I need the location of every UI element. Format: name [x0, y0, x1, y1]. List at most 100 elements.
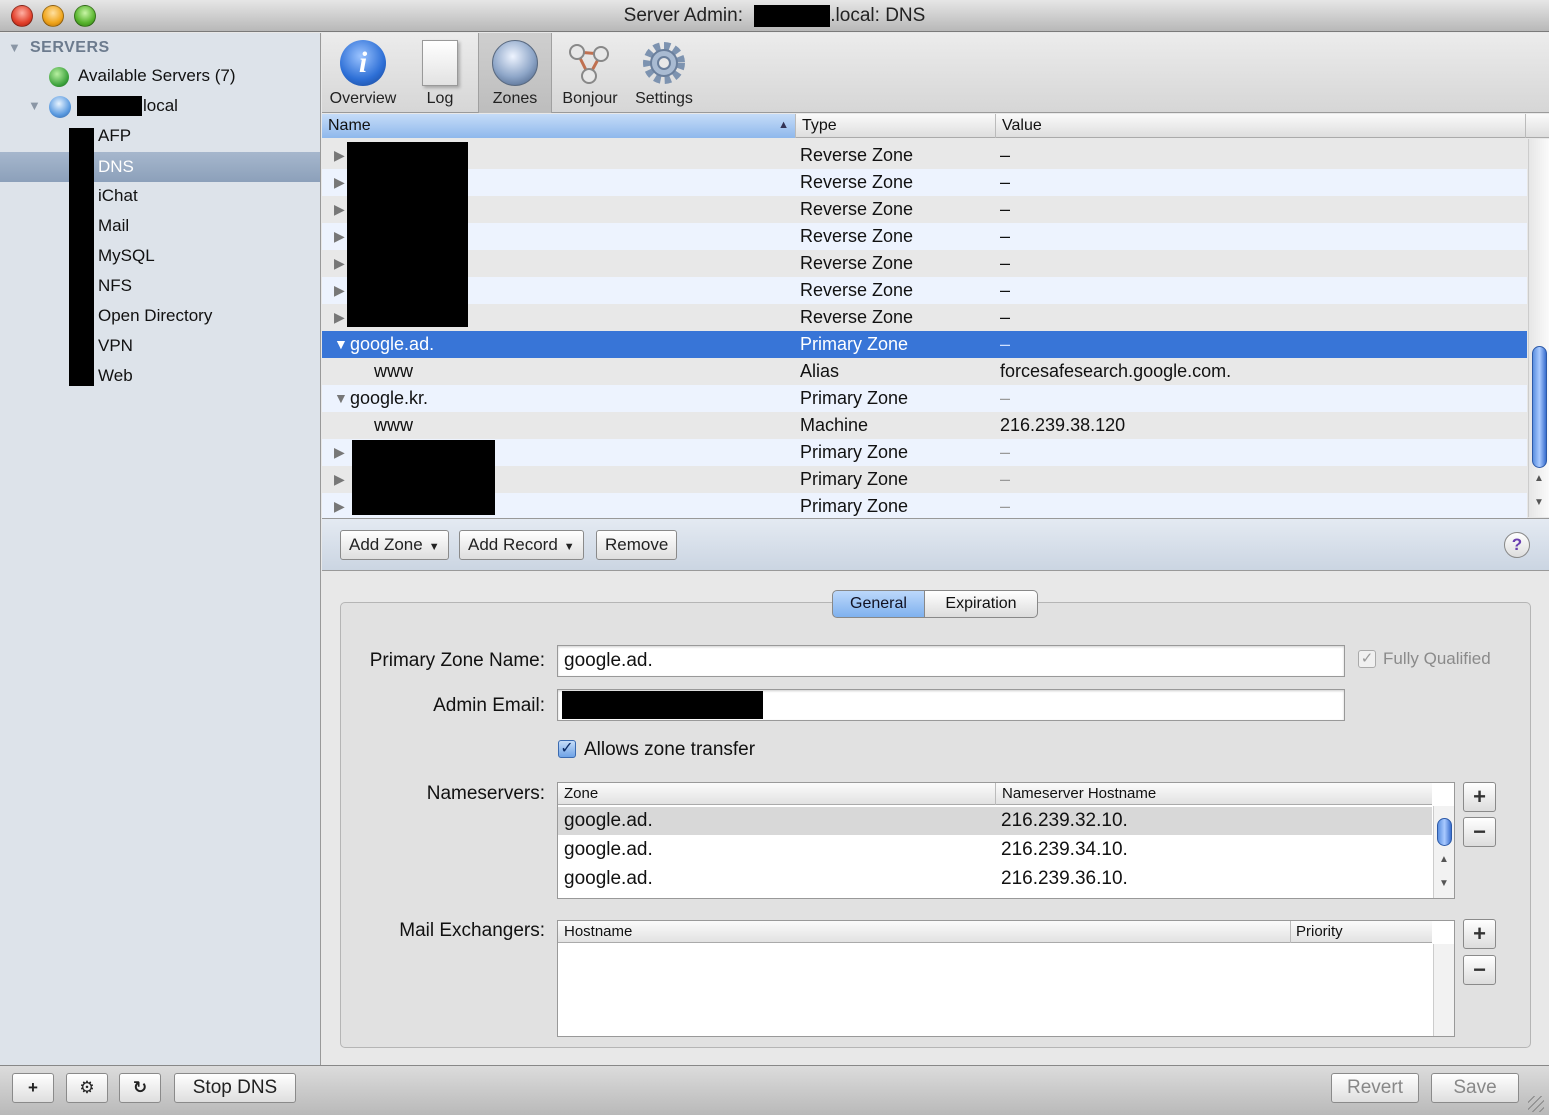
- table-row[interactable]: ▶dr.arpa.Reverse Zone–: [322, 142, 1527, 169]
- admin-email-field[interactable]: [557, 689, 1345, 721]
- disclosure-closed-icon[interactable]: ▶: [334, 250, 345, 277]
- table-row[interactable]: google.ad. 216.239.32.10.: [558, 807, 1432, 835]
- disclosure-closed-icon[interactable]: ▶: [334, 439, 345, 466]
- zoom-button[interactable]: [74, 5, 96, 27]
- nameservers-scrollbar[interactable]: ▲ ▼: [1433, 806, 1454, 898]
- zone-list-scrollbar[interactable]: ▲ ▼: [1528, 139, 1549, 517]
- table-row[interactable]: ▶-addr.arpa.Reverse Zone–: [322, 277, 1527, 304]
- table-row[interactable]: ▶n-addr.arpa.Reverse Zone–: [322, 250, 1527, 277]
- table-row[interactable]: www Machine 216.239.38.120: [322, 412, 1527, 439]
- zone-value: –: [1000, 280, 1011, 300]
- revert-button[interactable]: Revert: [1331, 1073, 1419, 1103]
- toolbar-overview[interactable]: i Overview: [322, 33, 404, 113]
- scrollbar-thumb[interactable]: [1532, 346, 1547, 468]
- server-name-suffix: local: [143, 96, 178, 115]
- scroll-up-arrow-icon[interactable]: ▲: [1439, 854, 1449, 865]
- remove-mail-exchanger-button[interactable]: −: [1463, 955, 1496, 985]
- column-header-type[interactable]: Type: [796, 114, 996, 138]
- servers-section-header[interactable]: ▼ SERVERS: [0, 33, 320, 63]
- disclosure-open-icon[interactable]: ▼: [8, 33, 21, 63]
- add-mail-exchanger-button[interactable]: +: [1463, 919, 1496, 949]
- disclosure-open-icon[interactable]: ▼: [334, 331, 348, 358]
- disclosure-closed-icon[interactable]: ▶: [334, 466, 345, 493]
- table-row[interactable]: ▶-addr.arpa.Reverse Zone–: [322, 223, 1527, 250]
- toolbar-bonjour[interactable]: Bonjour: [554, 33, 626, 113]
- column-header-zone[interactable]: Zone: [564, 783, 598, 804]
- table-row[interactable]: ▶ Primary Zone –: [322, 466, 1527, 493]
- help-button[interactable]: ?: [1504, 532, 1530, 558]
- available-servers-item[interactable]: Available Servers (7): [0, 61, 320, 91]
- primary-zone-name-field[interactable]: google.ad.: [557, 645, 1345, 677]
- toolbar-settings[interactable]: Settings: [628, 33, 700, 113]
- mail-exchangers-table[interactable]: Hostname Priority: [557, 920, 1455, 1037]
- scroll-down-arrow-icon[interactable]: ▼: [1439, 878, 1449, 889]
- sidebar-item-ichat[interactable]: iChat: [0, 181, 320, 211]
- remove-nameserver-button[interactable]: −: [1463, 817, 1496, 847]
- sidebar-item-vpn[interactable]: VPN: [0, 331, 320, 361]
- action-gear-button[interactable]: ⚙: [66, 1073, 108, 1103]
- add-server-button[interactable]: +: [12, 1073, 54, 1103]
- sidebar-item-afp[interactable]: AFP: [0, 121, 320, 151]
- table-row[interactable]: ▶ Primary Zone –: [322, 439, 1527, 466]
- column-header-value[interactable]: Value: [996, 114, 1526, 138]
- toolbar-zones[interactable]: Zones: [478, 33, 552, 113]
- column-header-hostname[interactable]: Hostname: [564, 921, 632, 942]
- column-header-name[interactable]: Name ▲: [322, 114, 796, 138]
- remove-button[interactable]: Remove: [596, 530, 678, 560]
- mail-exchangers-scrollbar[interactable]: [1433, 944, 1454, 1036]
- zone-type: Primary Zone: [800, 496, 909, 516]
- disclosure-open-icon[interactable]: ▼: [334, 385, 348, 412]
- sidebar-item-mail[interactable]: Mail: [0, 211, 320, 241]
- add-zone-button[interactable]: Add Zone ▼: [340, 530, 449, 560]
- table-row[interactable]: google.ad. 216.239.34.10.: [558, 836, 1432, 864]
- fully-qualified-checkbox[interactable]: ✓: [1358, 650, 1376, 668]
- scroll-up-arrow-icon[interactable]: ▲: [1534, 473, 1544, 484]
- disclosure-open-icon[interactable]: ▼: [28, 91, 41, 121]
- tab-expiration[interactable]: Expiration: [924, 590, 1038, 618]
- sidebar-item-dns[interactable]: DNS: [0, 152, 320, 182]
- sidebar-item-web[interactable]: Web: [0, 361, 320, 391]
- table-row[interactable]: google.ad. 216.239.36.10.: [558, 865, 1432, 893]
- table-row[interactable]: ▶ Primary Zone –: [322, 493, 1527, 520]
- refresh-button[interactable]: ↻: [119, 1073, 161, 1103]
- info-icon: i: [340, 40, 386, 86]
- minimize-button[interactable]: [42, 5, 64, 27]
- add-nameserver-button[interactable]: +: [1463, 782, 1496, 812]
- disclosure-closed-icon[interactable]: ▶: [334, 304, 345, 331]
- redacted-zone-names: [347, 142, 468, 327]
- table-row[interactable]: www Alias forcesafesearch.google.com.: [322, 358, 1527, 385]
- close-button[interactable]: [11, 5, 33, 27]
- primary-zone-name-label: Primary Zone Name:: [369, 650, 545, 671]
- stop-dns-button[interactable]: Stop DNS: [174, 1073, 296, 1103]
- disclosure-closed-icon[interactable]: ▶: [334, 277, 345, 304]
- disclosure-closed-icon[interactable]: ▶: [334, 223, 345, 250]
- disclosure-closed-icon[interactable]: ▶: [334, 493, 345, 520]
- table-row[interactable]: ▶dr.arpa.Reverse Zone–: [322, 169, 1527, 196]
- add-record-button[interactable]: Add Record ▼: [459, 530, 584, 560]
- toolbar-log[interactable]: Log: [408, 33, 472, 113]
- disclosure-closed-icon[interactable]: ▶: [334, 196, 345, 223]
- document-icon: [422, 40, 458, 86]
- tab-general[interactable]: General: [832, 590, 925, 618]
- service-label: Mail: [98, 216, 130, 235]
- disclosure-closed-icon[interactable]: ▶: [334, 169, 345, 196]
- table-row[interactable]: ▶in-addr.arpa.Reverse Zone–: [322, 196, 1527, 223]
- save-button[interactable]: Save: [1431, 1073, 1519, 1103]
- nameservers-table[interactable]: Zone Nameserver Hostname google.ad. 216.…: [557, 782, 1455, 899]
- sidebar-item-mysql[interactable]: MySQL: [0, 241, 320, 271]
- sidebar-item-open-directory[interactable]: Open Directory: [0, 301, 320, 331]
- table-row[interactable]: ▶addr.arpa.Reverse Zone–: [322, 304, 1527, 331]
- resize-grip-icon[interactable]: [1528, 1096, 1544, 1112]
- server-item[interactable]: ▼ local: [0, 91, 320, 121]
- table-row[interactable]: ▼ google.ad. Primary Zone –: [322, 331, 1527, 358]
- zone-type: Reverse Zone: [800, 172, 914, 192]
- scrollbar-thumb[interactable]: [1437, 818, 1452, 846]
- allows-zone-transfer-checkbox[interactable]: ✓: [558, 740, 576, 758]
- column-header-priority[interactable]: Priority: [1296, 921, 1343, 942]
- sidebar-item-nfs[interactable]: NFS: [0, 271, 320, 301]
- table-row[interactable]: ▼ google.kr. Primary Zone –: [322, 385, 1527, 412]
- scroll-down-arrow-icon[interactable]: ▼: [1534, 497, 1544, 508]
- column-header-nameserver-hostname[interactable]: Nameserver Hostname: [1002, 783, 1156, 804]
- disclosure-closed-icon[interactable]: ▶: [334, 142, 345, 169]
- column-header-value-label: Value: [1002, 117, 1042, 134]
